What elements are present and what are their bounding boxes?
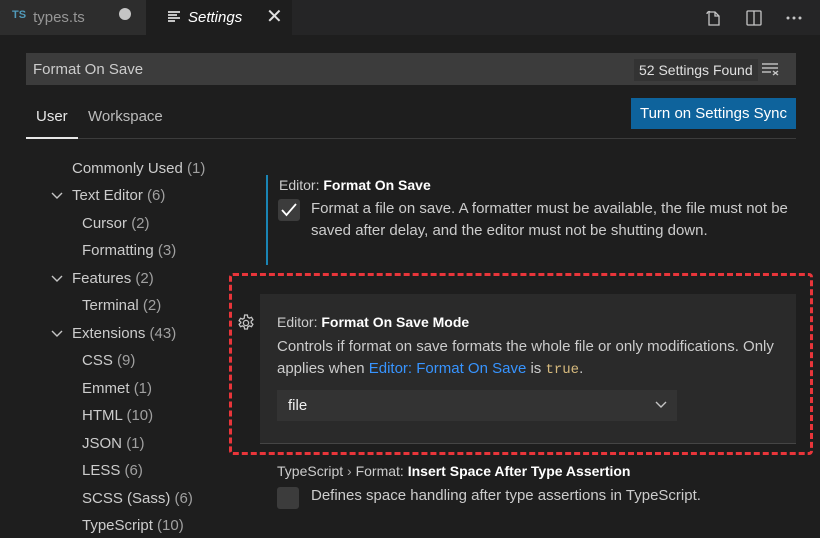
insert-space-checkbox[interactable] [277,487,299,509]
format-on-save-link[interactable]: Editor: Format On Save [369,360,527,377]
toc-item[interactable]: JSON (1) [82,435,145,452]
toc-item[interactable]: TypeScript (10) [82,517,184,534]
breadcrumb-separator: › [343,463,356,479]
toc-count: (6) [174,490,193,507]
setting-category: Editor: [279,177,324,193]
toc-item[interactable]: LESS (6) [82,462,143,479]
toc-label: CSS [82,352,113,369]
setting-description: Controls if format on save formats the w… [277,336,777,381]
chevron-down-icon[interactable] [50,325,64,341]
toc-label: Cursor [82,215,128,232]
setting-subcategory: Format: [355,463,408,479]
toc-label: Features [72,270,132,287]
description-text: . [579,360,584,377]
typescript-file-icon: TS [12,8,27,21]
toc-count: (6) [147,187,166,204]
toc-item[interactable]: Cursor (2) [82,215,150,232]
setting-category: Editor: [277,314,322,330]
toc-label: Formatting [82,242,154,259]
toc-count: (10) [157,517,184,534]
toc-item[interactable]: Features (2) [51,270,154,287]
settings-search-box: 52 Settings Found [26,53,796,85]
description-text: is [526,360,546,377]
chevron-down-icon [655,401,667,408]
format-on-save-mode-select[interactable]: file [277,390,677,421]
close-icon[interactable]: ✕ [266,4,283,29]
toc-count: (1) [126,435,145,452]
code-value: true [545,362,580,378]
gear-icon[interactable] [236,313,256,333]
toc-label: SCSS (Sass) [82,490,171,507]
split-editor-icon[interactable] [744,8,764,28]
setting-name: Format On Save Mode [321,314,470,330]
toc-item[interactable]: Text Editor (6) [51,187,166,204]
toc-count: (3) [157,242,177,259]
checkmark-icon [281,203,297,217]
toc-label: Terminal [82,297,139,314]
setting-title: Editor: Format On Save Mode [277,314,469,330]
format-on-save-checkbox[interactable] [278,199,300,221]
toc-label: LESS [82,462,121,479]
setting-insert-space-after-type-assertion: TypeScript › Format: Insert Space After … [266,460,796,520]
toc-label: Emmet [82,380,130,397]
tab-types-ts[interactable]: TS types.ts [0,0,146,35]
toc-item[interactable]: Commonly Used (1) [72,160,205,177]
setting-description: Format a file on save. A formatter must … [311,200,788,239]
toc-item[interactable]: HTML (10) [82,407,153,424]
toc-count: (9) [117,352,136,369]
toc-label: Extensions [72,325,146,342]
toc-count: (2) [131,215,150,232]
toc-label: HTML [82,407,123,424]
toc-label: TypeScript [82,517,153,534]
toc-item[interactable]: SCSS (Sass) (6) [82,490,193,507]
toc-item[interactable]: CSS (9) [82,352,135,369]
tab-workspace[interactable]: Workspace [88,108,163,125]
tab-label: Settings [188,9,243,26]
unsaved-dot-icon[interactable] [119,8,131,20]
setting-title: TypeScript › Format: Insert Space After … [277,463,631,479]
chevron-down-icon[interactable] [50,270,64,286]
search-result-count: 52 Settings Found [634,59,758,81]
setting-format-on-save-mode: Editor: Format On Save Mode Controls if … [260,294,796,444]
setting-name: Format On Save [323,177,431,193]
settings-search-input[interactable] [33,54,613,84]
tab-label: types.ts [33,9,85,26]
editor-tab-bar: TS types.ts Settings ✕ [0,0,820,35]
toc-item[interactable]: Extensions (43) [51,325,177,342]
toc-count: (2) [135,270,154,287]
setting-name: Insert Space After Type Assertion [407,463,631,479]
settings-editor-icon [168,10,180,23]
chevron-down-icon[interactable] [50,187,64,203]
toc-label: JSON [82,435,123,452]
toc-count: (1) [133,380,153,397]
toc-count: (6) [124,462,143,479]
setting-category: TypeScript [277,463,344,479]
turn-on-settings-sync-button[interactable]: Turn on Settings Sync [631,98,796,129]
toc-count: (2) [142,297,162,314]
setting-format-on-save: Editor: Format On Save Format a file on … [266,175,796,265]
tab-settings[interactable]: Settings ✕ [146,0,292,35]
toc-label: Commonly Used [72,160,183,177]
clear-search-filter-icon[interactable] [761,62,779,76]
toc-label: Text Editor [72,187,143,204]
tab-user[interactable]: User [26,108,78,139]
toc-item[interactable]: Formatting (3) [82,242,176,259]
more-actions-icon[interactable] [784,8,804,28]
setting-description: Defines space handling after type assert… [311,487,701,504]
toc-item[interactable]: Emmet (1) [82,380,152,397]
setting-title: Editor: Format On Save [279,177,431,193]
toc-count: (1) [187,160,206,177]
toc-count: (10) [126,407,154,424]
select-value: file [288,397,308,414]
toc-count: (43) [149,325,177,342]
open-settings-json-icon[interactable] [704,8,724,28]
toc-item[interactable]: Terminal (2) [82,297,161,314]
